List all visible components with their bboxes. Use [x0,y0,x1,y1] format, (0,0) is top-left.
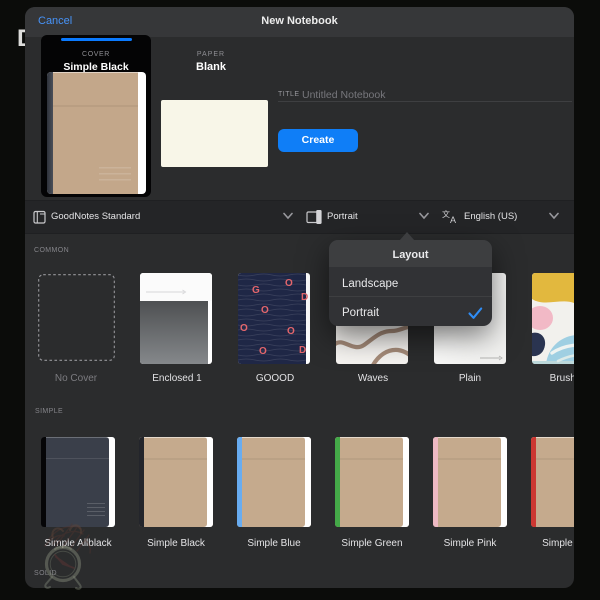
svg-text:文: 文 [442,209,450,219]
svg-text:A: A [450,215,456,225]
